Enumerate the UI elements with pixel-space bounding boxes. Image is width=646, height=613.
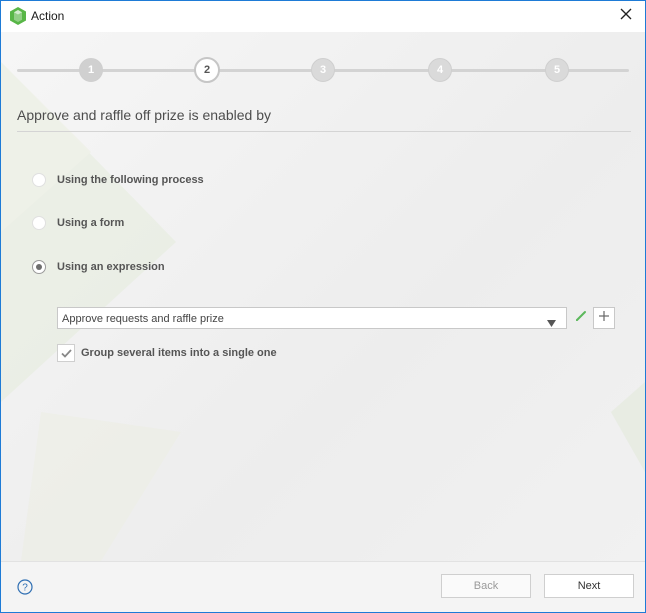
- step-5: 5: [545, 58, 569, 82]
- option-expression[interactable]: Using an expression: [32, 259, 165, 275]
- step-1: 1: [79, 58, 103, 82]
- option-process-label: Using the following process: [57, 174, 204, 186]
- option-process[interactable]: Using the following process: [32, 172, 204, 188]
- plus-icon: [598, 309, 610, 327]
- section-heading: Approve and raffle off prize is enabled …: [17, 107, 271, 123]
- close-icon: [620, 7, 632, 25]
- question-circle-icon[interactable]: ?: [17, 579, 33, 595]
- radio-form[interactable]: [32, 216, 46, 230]
- dialog-footer: ? Back Next: [1, 561, 645, 612]
- group-items-label: Group several items into a single one: [81, 347, 277, 359]
- svg-text:?: ?: [22, 583, 28, 594]
- heading-divider: [17, 131, 631, 132]
- wizard-content: 1 2 3 4 5 Approve and raffle off prize i…: [1, 32, 645, 561]
- action-dialog: Action 1 2 3 4 5 Approve and raffle off …: [0, 0, 646, 613]
- add-expression-button[interactable]: [593, 307, 615, 329]
- group-items-option[interactable]: Group several items into a single one: [57, 344, 277, 362]
- radio-process[interactable]: [32, 173, 46, 187]
- edit-expression-button[interactable]: [570, 307, 592, 329]
- expression-select[interactable]: Approve requests and raffle prize: [57, 307, 567, 329]
- option-expression-label: Using an expression: [57, 261, 165, 273]
- expression-select-value: Approve requests and raffle prize: [62, 313, 224, 325]
- group-items-checkbox[interactable]: [57, 344, 75, 362]
- radio-expression[interactable]: [32, 260, 46, 274]
- window-title: Action: [31, 9, 65, 23]
- triangle-down-icon: [547, 314, 556, 332]
- back-button[interactable]: Back: [441, 574, 531, 598]
- wizard-stepper: 1 2 3 4 5: [17, 57, 629, 84]
- step-2-current: 2: [194, 57, 220, 83]
- option-form-label: Using a form: [57, 217, 125, 229]
- option-form[interactable]: Using a form: [32, 215, 124, 231]
- next-button[interactable]: Next: [544, 574, 634, 598]
- close-button[interactable]: [613, 4, 639, 28]
- pencil-icon: [575, 309, 587, 327]
- step-4: 4: [428, 58, 452, 82]
- step-3: 3: [311, 58, 335, 82]
- checkmark-icon: [60, 348, 72, 358]
- app-hexagon-icon: [10, 7, 26, 25]
- title-bar: Action: [1, 1, 645, 32]
